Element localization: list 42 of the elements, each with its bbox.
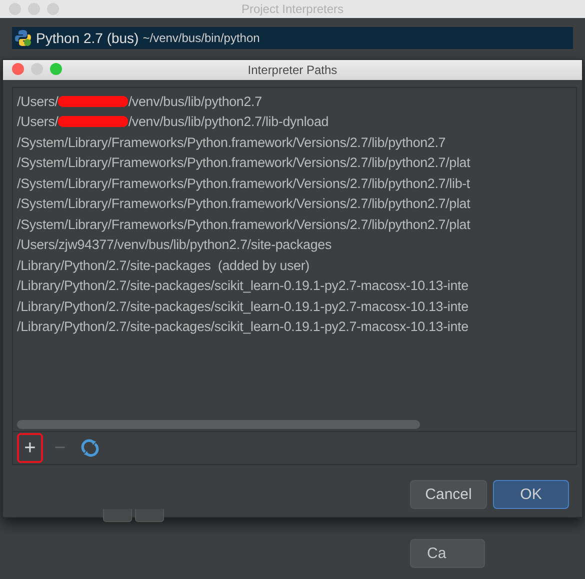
interpreter-name: Python 2.7 (bus) bbox=[36, 30, 139, 46]
path-text[interactable]: /System/Library/Frameworks/Python.framework/Versions/2.7/lib/python2.7/lib-t bbox=[17, 176, 470, 191]
ok-button[interactable]: OK bbox=[493, 480, 569, 509]
path-text[interactable]: /Library/Python/2.7/site-packages/scikit_learn-0.19.1-py2.7-macosx-10.13-inte bbox=[17, 298, 468, 314]
path-text[interactable]: /Users/ bbox=[17, 114, 58, 130]
path-row[interactable]: /System/Library/Frameworks/Python.framework/Versions/2.7/lib/python2.7 bbox=[17, 132, 576, 152]
path-text[interactable]: /System/Library/Frameworks/Python.framework/Versions/2.7/lib/python2.7 bbox=[17, 134, 446, 150]
path-text[interactable]: /Library/Python/2.7/site-packages/scikit_learn-0.19.1-py2.7-macosx-10.13-inte bbox=[17, 278, 468, 294]
interpreter-path: ~/venv/bus/bin/python bbox=[142, 31, 260, 45]
path-text[interactable]: /System/Library/Frameworks/Python.framework/Versions/2.7/lib/python2.7/plat bbox=[17, 216, 470, 232]
cancel-button[interactable]: Ca bbox=[410, 539, 485, 568]
reload-icon bbox=[81, 439, 99, 457]
path-text[interactable]: /Library/Python/2.7/site-packages (added by user) bbox=[17, 258, 310, 273]
path-row[interactable]: /System/Library/Frameworks/Python.framework/Versions/2.7/lib/python2.7/plat bbox=[17, 152, 576, 173]
path-row[interactable]: /Users/ /venv/bus/lib/python2.7/lib-dynload bbox=[17, 112, 576, 132]
path-text[interactable]: /System/Library/Frameworks/Python.framework/Versions/2.7/lib/python2.7/plat bbox=[17, 155, 470, 170]
close-icon[interactable] bbox=[12, 63, 24, 75]
path-row[interactable]: /Library/Python/2.7/site-packages/scikit_learn-0.19.1-py2.7-macosx-10.13-inte bbox=[17, 296, 576, 316]
add-button[interactable]: + bbox=[17, 433, 43, 463]
path-row[interactable]: /System/Library/Frameworks/Python.framework/Versions/2.7/lib/python2.7/plat bbox=[17, 214, 576, 234]
path-row[interactable]: /System/Library/Frameworks/Python.framework/Versions/2.7/lib/python2.7/lib-t bbox=[17, 173, 576, 194]
dialog-title: Interpreter Paths bbox=[248, 63, 338, 77]
path-row[interactable]: /Library/Python/2.7/site-packages/scikit_learn-0.19.1-py2.7-macosx-10.13-inte bbox=[17, 316, 576, 337]
zoom-icon[interactable] bbox=[50, 63, 62, 75]
path-text[interactable]: /Library/Python/2.7/site-packages/scikit_learn-0.19.1-py2.7-macosx-10.13-inte bbox=[17, 319, 468, 334]
python-logo-icon bbox=[14, 29, 32, 47]
path-row[interactable]: /Library/Python/2.7/site-packages (added by user) bbox=[17, 255, 576, 276]
path-row[interactable]: /System/Library/Frameworks/Python.framework/Versions/2.7/lib/python2.7/plat bbox=[17, 194, 576, 214]
minimize-icon[interactable] bbox=[31, 63, 43, 75]
path-text[interactable]: /Users/ bbox=[17, 94, 58, 109]
path-text[interactable]: /System/Library/Frameworks/Python.framework/Versions/2.7/lib/python2.7/plat bbox=[17, 196, 470, 212]
path-text[interactable]: /venv/bus/lib/python2.7 bbox=[128, 94, 262, 109]
redaction-mark bbox=[58, 116, 128, 128]
path-row[interactable]: /Library/Python/2.7/site-packages/scikit_learn-0.19.1-py2.7-macosx-10.13-inte bbox=[17, 276, 576, 296]
path-row[interactable]: /Users/ /venv/bus/lib/python2.7 bbox=[17, 91, 576, 112]
cancel-button[interactable]: Cancel bbox=[410, 480, 487, 509]
redaction-mark bbox=[58, 96, 128, 107]
interpreter-row[interactable]: Python 2.7 (bus) ~/venv/bus/bin/python bbox=[12, 27, 573, 49]
scrollbar-thumb[interactable] bbox=[17, 420, 420, 428]
path-text[interactable]: /venv/bus/lib/python2.7/lib-dynload bbox=[128, 114, 329, 130]
path-text[interactable]: /Users/zjw94377/venv/bus/lib/python2.7/site-packages bbox=[17, 237, 332, 252]
path-row[interactable]: /Users/zjw94377/venv/bus/lib/python2.7/site-packages bbox=[17, 234, 576, 255]
